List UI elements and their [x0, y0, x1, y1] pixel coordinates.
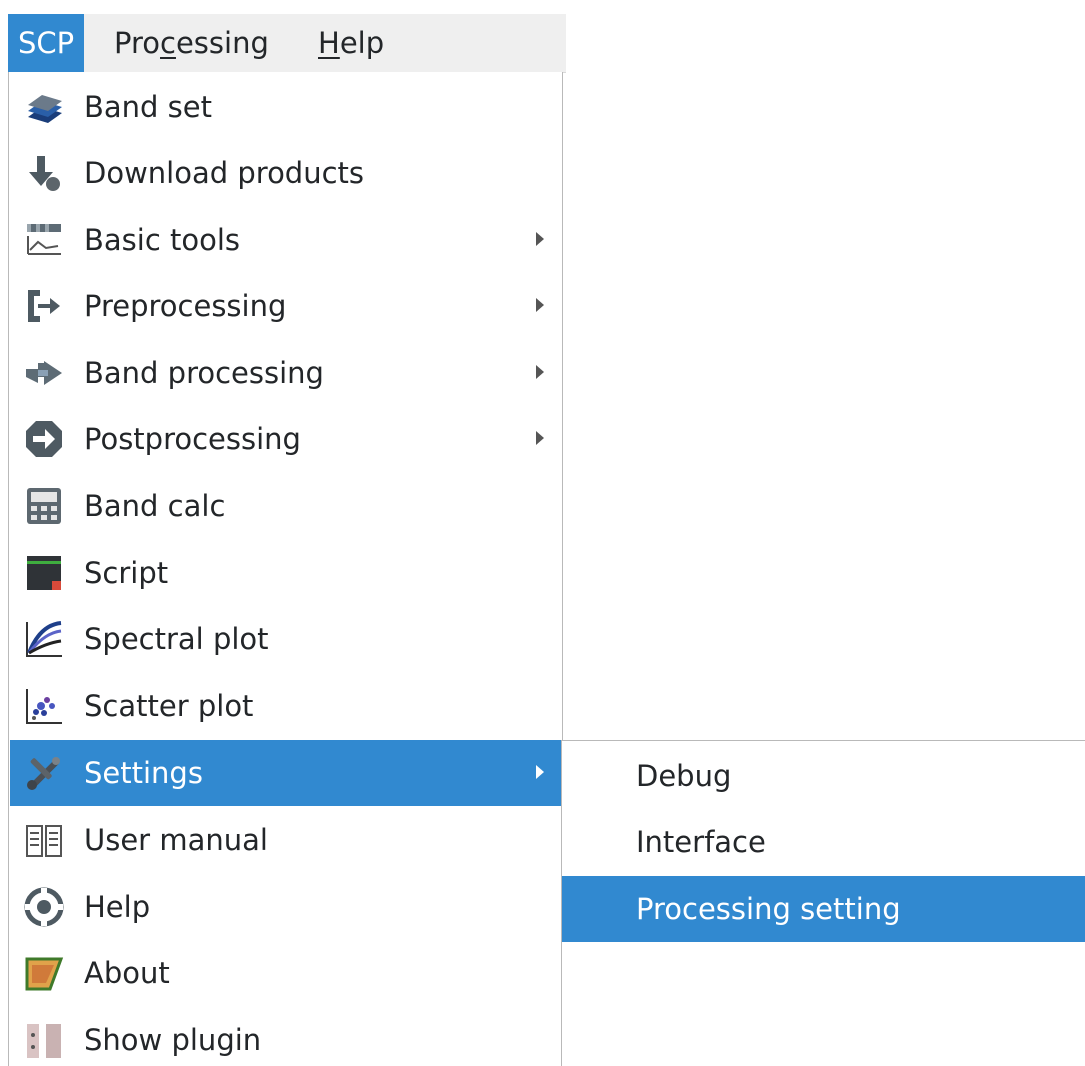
- band-set-icon: [24, 87, 64, 127]
- submenu-arrow-icon: [536, 365, 544, 379]
- menu-item-band-processing[interactable]: Band processing: [10, 340, 561, 406]
- menu-item-script[interactable]: Script: [10, 540, 561, 606]
- menu-item-show-plugin[interactable]: Show plugin: [10, 1007, 561, 1066]
- menu-item-user-manual[interactable]: User manual: [10, 807, 561, 873]
- menu-item-band-set[interactable]: Band set: [10, 74, 561, 140]
- download-icon: [24, 153, 64, 193]
- menu-item-spectral-plot[interactable]: Spectral plot: [10, 606, 561, 672]
- submenu-item-debug[interactable]: Debug: [562, 743, 1085, 809]
- menu-item-postprocessing[interactable]: Postprocessing: [10, 406, 561, 472]
- user-manual-icon: [24, 820, 64, 860]
- menu-scp[interactable]: SCP: [8, 14, 85, 72]
- scp-dropdown-menu: Band set Download products Basic tools P…: [8, 72, 563, 1066]
- menu-item-help[interactable]: Help: [10, 874, 561, 940]
- submenu-arrow-icon: [536, 298, 544, 312]
- basic-tools-icon: [24, 220, 64, 260]
- menu-item-preprocessing[interactable]: Preprocessing: [10, 273, 561, 339]
- menu-help[interactable]: Help: [308, 14, 394, 72]
- submenu-item-interface[interactable]: Interface: [562, 809, 1085, 875]
- preprocessing-icon: [24, 286, 64, 326]
- menu-item-band-calc[interactable]: Band calc: [10, 473, 561, 539]
- menu-item-scatter-plot[interactable]: Scatter plot: [10, 673, 561, 739]
- postprocessing-icon: [24, 419, 64, 459]
- menu-item-basic-tools[interactable]: Basic tools: [10, 207, 561, 273]
- menu-item-download-products[interactable]: Download products: [10, 140, 561, 206]
- help-icon: [24, 887, 64, 927]
- spectral-plot-icon: [24, 619, 64, 659]
- script-icon: [24, 553, 64, 593]
- menu-bar: SCP Processing Help: [8, 14, 566, 73]
- band-processing-icon: [24, 353, 64, 393]
- show-plugin-icon: [24, 1020, 64, 1060]
- settings-submenu: Debug Interface Processing setting: [561, 740, 1085, 1066]
- submenu-item-processing-setting[interactable]: Processing setting: [562, 876, 1085, 942]
- menu-item-about[interactable]: About: [10, 940, 561, 1006]
- settings-icon: [24, 753, 64, 793]
- submenu-arrow-icon: [536, 765, 544, 779]
- scatter-plot-icon: [24, 686, 64, 726]
- submenu-arrow-icon: [536, 232, 544, 246]
- menu-processing[interactable]: Processing: [104, 14, 279, 72]
- menu-item-settings[interactable]: Settings: [10, 740, 561, 806]
- calculator-icon: [24, 486, 64, 526]
- about-icon: [24, 953, 64, 993]
- submenu-arrow-icon: [536, 431, 544, 445]
